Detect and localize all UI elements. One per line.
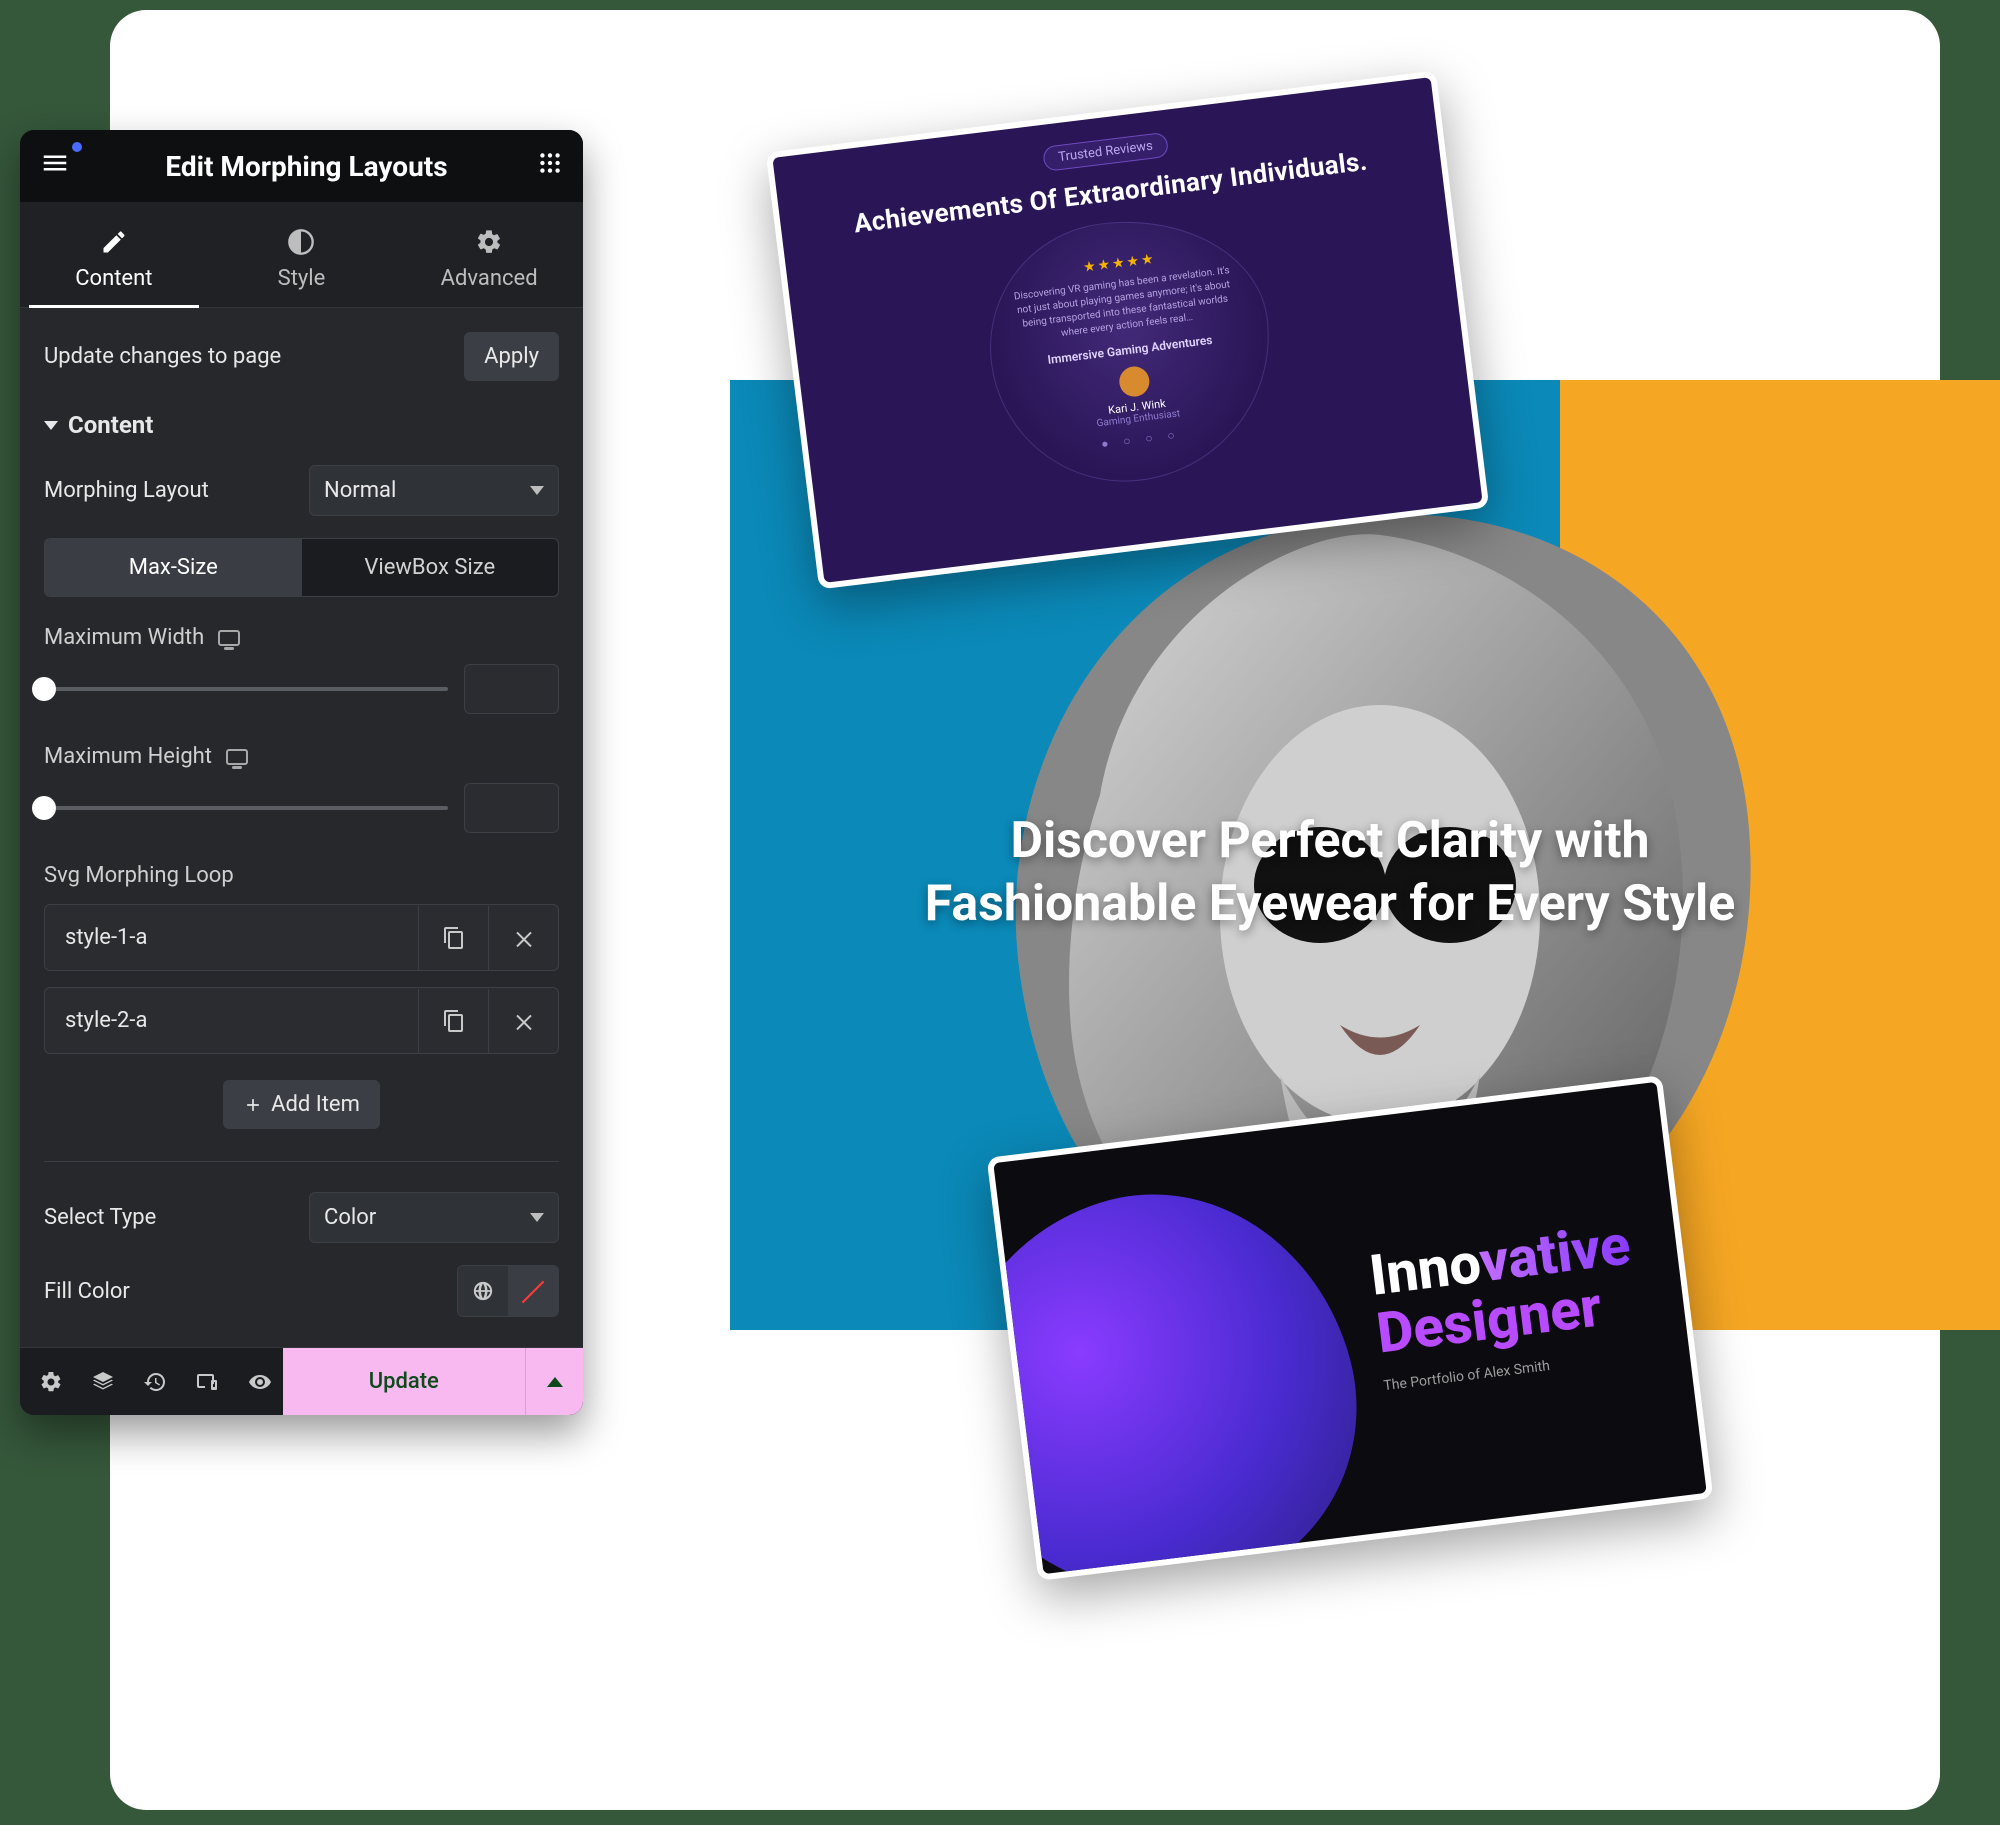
chevron-down-icon (530, 486, 544, 495)
plus-icon (243, 1095, 263, 1115)
tab-content-label: Content (75, 266, 152, 291)
max-height-label: Maximum Height (44, 744, 212, 769)
preview-designer-card: Innovative Designer The Portfolio of Ale… (987, 1075, 1714, 1581)
pill-trusted-reviews: Trusted Reviews (1042, 132, 1169, 172)
tab-advanced-label: Advanced (441, 266, 538, 291)
toggle-viewbox-size[interactable]: ViewBox Size (302, 539, 559, 596)
apps-icon[interactable] (537, 150, 563, 182)
tab-content[interactable]: Content (21, 216, 207, 307)
desktop-icon[interactable] (226, 749, 248, 765)
toggle-max-size[interactable]: Max-Size (45, 539, 302, 596)
review-morph-shape: ★★★★★ Discovering VR gaming has been a r… (975, 205, 1285, 497)
carousel-dots-icon: ● ○ ○ ○ (1100, 427, 1181, 451)
tab-style[interactable]: Style (209, 216, 395, 307)
caret-down-icon (44, 421, 58, 430)
close-icon[interactable] (488, 989, 558, 1053)
select-type-value: Color (324, 1205, 376, 1230)
globe-icon[interactable] (458, 1266, 508, 1316)
loop-item-2[interactable]: style-2-a (44, 987, 559, 1054)
fill-color-label: Fill Color (44, 1279, 130, 1304)
menu-icon[interactable] (40, 148, 76, 184)
designer-blob (987, 1151, 1398, 1581)
loop-item-1[interactable]: style-1-a (44, 904, 559, 971)
section-content-label: Content (68, 411, 153, 439)
tab-style-label: Style (278, 266, 326, 291)
svg-loop-label: Svg Morphing Loop (44, 863, 559, 888)
editor-panel: Edit Morphing Layouts Content Style Adva… (20, 130, 583, 1415)
tab-advanced[interactable]: Advanced (396, 216, 582, 307)
responsive-icon[interactable] (190, 1370, 224, 1394)
apply-button[interactable]: Apply (464, 332, 559, 381)
max-width-slider[interactable] (44, 687, 448, 691)
update-changes-label: Update changes to page (44, 344, 281, 369)
page-title: Edit Morphing Layouts (165, 150, 447, 183)
update-dropdown[interactable] (525, 1348, 583, 1415)
morphing-layout-label: Morphing Layout (44, 478, 209, 503)
divider (44, 1161, 559, 1162)
loop-item-1-name: style-1-a (45, 905, 418, 970)
fill-color-control (457, 1265, 559, 1317)
contrast-icon (287, 228, 315, 256)
editor-tabs: Content Style Advanced (20, 202, 583, 308)
chevron-up-icon (547, 1377, 563, 1387)
select-type-select[interactable]: Color (309, 1192, 559, 1243)
history-icon[interactable] (138, 1370, 172, 1394)
section-content-toggle[interactable]: Content (44, 411, 559, 439)
preview-review-card: Trusted Reviews Achievements Of Extraord… (766, 71, 1490, 590)
panel-footer: Update (20, 1347, 583, 1415)
add-item-button[interactable]: Add Item (223, 1080, 380, 1129)
hero-heading: Discover Perfect Clarity with Fashionabl… (870, 810, 1790, 935)
panel-header: Edit Morphing Layouts (20, 130, 583, 202)
preview-icon[interactable] (243, 1370, 277, 1394)
size-toggle-group: Max-Size ViewBox Size (44, 538, 559, 597)
star-rating-icon: ★★★★★ (1082, 251, 1156, 276)
copy-icon[interactable] (418, 906, 488, 970)
copy-icon[interactable] (418, 989, 488, 1053)
update-button[interactable]: Update (283, 1348, 526, 1415)
settings-icon[interactable] (34, 1370, 68, 1394)
avatar (1117, 365, 1150, 398)
select-type-label: Select Type (44, 1205, 156, 1230)
loop-item-2-name: style-2-a (45, 988, 418, 1053)
close-icon[interactable] (488, 906, 558, 970)
morphing-layout-select[interactable]: Normal (309, 465, 559, 516)
max-width-label: Maximum Width (44, 625, 204, 650)
desktop-icon[interactable] (218, 630, 240, 646)
max-width-input[interactable] (464, 664, 559, 714)
add-item-label: Add Item (271, 1092, 360, 1117)
layers-icon[interactable] (86, 1370, 120, 1394)
gear-icon (475, 228, 503, 256)
max-height-slider[interactable] (44, 806, 448, 810)
pencil-icon (100, 228, 128, 256)
color-picker-icon[interactable] (508, 1266, 558, 1316)
morphing-layout-value: Normal (324, 478, 396, 503)
chevron-down-icon (530, 1213, 544, 1222)
max-height-input[interactable] (464, 783, 559, 833)
